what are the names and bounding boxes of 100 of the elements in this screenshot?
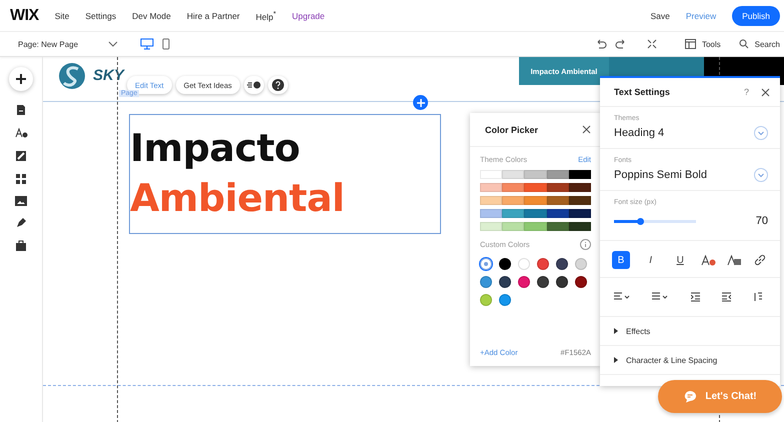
color-dot[interactable]	[518, 276, 530, 288]
color-swatch[interactable]	[524, 222, 547, 231]
color-dot[interactable]	[575, 276, 587, 288]
expand-icon	[614, 328, 618, 334]
tools-button[interactable]: Tools	[684, 39, 721, 49]
chevron-icon	[754, 126, 768, 140]
color-swatch[interactable]	[568, 196, 592, 205]
info-icon[interactable]	[580, 239, 591, 250]
color-dot[interactable]	[537, 276, 549, 288]
color-swatch[interactable]	[568, 170, 592, 179]
color-swatch[interactable]	[480, 222, 502, 231]
color-dot[interactable]	[518, 258, 530, 270]
color-swatch[interactable]	[546, 222, 569, 231]
page-selector[interactable]: Page: New Page	[18, 40, 100, 48]
apps-icon[interactable]	[15, 173, 27, 185]
menu-item[interactable]: Help$^{*}$	[256, 10, 276, 22]
animation-button[interactable]	[244, 76, 264, 94]
color-swatch[interactable]	[502, 170, 524, 179]
highlight-icon[interactable]	[727, 254, 742, 266]
font-size-value[interactable]: 70	[756, 215, 768, 227]
page-icon[interactable]	[15, 104, 27, 116]
color-swatch[interactable]	[546, 170, 569, 179]
help-button[interactable]	[268, 76, 288, 94]
color-swatch[interactable]	[502, 183, 524, 192]
add-section-button[interactable]	[413, 95, 428, 110]
desktop-icon[interactable]	[140, 38, 154, 50]
close-icon[interactable]	[582, 125, 591, 134]
text-direction-icon[interactable]	[753, 292, 762, 302]
color-swatch[interactable]	[524, 170, 547, 179]
color-swatch[interactable]	[480, 196, 502, 205]
heading-line: Ambiental	[130, 175, 346, 222]
chevron-icon	[108, 41, 118, 47]
media-icon[interactable]	[15, 196, 27, 206]
background-icon[interactable]	[15, 150, 27, 162]
plus-icon	[15, 73, 27, 85]
color-dot[interactable]	[575, 258, 587, 270]
section-toggle[interactable]: Effects	[600, 317, 780, 346]
color-swatch[interactable]	[568, 209, 592, 218]
format-button[interactable]: U	[671, 251, 690, 269]
undo-icon[interactable]	[594, 39, 607, 49]
pen-icon[interactable]	[15, 217, 27, 229]
chevron-icon	[754, 168, 768, 182]
color-dot[interactable]	[499, 276, 511, 288]
color-swatch[interactable]	[480, 183, 502, 192]
color-swatch[interactable]	[502, 209, 524, 218]
color-dot[interactable]	[480, 294, 492, 306]
theme-icon[interactable]	[14, 127, 28, 139]
menu-item[interactable]: Hire a Partner	[186, 10, 240, 20]
color-dot[interactable]	[499, 258, 511, 270]
color-swatch[interactable]	[502, 222, 524, 231]
panel-title: Text Settings	[614, 87, 670, 97]
color-swatch[interactable]	[502, 196, 524, 205]
color-swatch[interactable]	[480, 209, 502, 218]
color-swatch[interactable]	[480, 170, 502, 179]
indent-icon[interactable]	[690, 292, 700, 302]
add-color-swatch[interactable]	[480, 258, 492, 270]
list-icon[interactable]	[652, 292, 668, 302]
close-icon[interactable]	[761, 88, 770, 96]
chat-icon	[683, 390, 698, 403]
color-dot[interactable]	[556, 258, 568, 270]
font-size-slider[interactable]	[614, 220, 696, 222]
zoom-out-icon[interactable]	[646, 39, 657, 49]
text-color-icon[interactable]	[700, 254, 716, 266]
color-swatch[interactable]	[546, 183, 569, 192]
color-swatch[interactable]	[568, 222, 592, 231]
help-icon	[272, 79, 284, 91]
color-dot[interactable]	[499, 294, 511, 306]
color-dot[interactable]	[480, 276, 492, 288]
color-swatch[interactable]	[524, 209, 547, 218]
color-swatch[interactable]	[546, 209, 569, 218]
color-swatch[interactable]	[568, 183, 592, 192]
color-dot[interactable]	[537, 258, 549, 270]
menu-item[interactable]: Site	[54, 10, 70, 20]
help-link[interactable]: ?	[744, 87, 749, 97]
outdent-icon[interactable]	[722, 292, 731, 302]
briefcase-icon[interactable]	[15, 240, 27, 252]
color-dot[interactable]	[556, 276, 568, 288]
format-button[interactable]: I	[642, 251, 660, 269]
font-dropdown[interactable]: Poppins Semi Bold	[614, 168, 768, 182]
text-box[interactable]: Impacto Ambiental	[129, 114, 441, 234]
link-icon[interactable]	[754, 254, 766, 266]
color-swatch[interactable]	[524, 183, 547, 192]
animation-icon	[246, 81, 261, 89]
align-icon[interactable]	[614, 292, 630, 302]
color-swatch[interactable]	[546, 196, 569, 205]
search-button[interactable]: Search	[738, 39, 780, 49]
section-toggle[interactable]: Character & Line Spacing	[600, 346, 780, 375]
save-link[interactable]: Save	[650, 10, 670, 20]
format-button[interactable]: B	[612, 251, 630, 269]
tools-icon	[684, 39, 696, 49]
redo-icon[interactable]	[614, 39, 627, 49]
publish-button[interactable]: Publish	[732, 6, 780, 26]
menu-item[interactable]: Settings	[85, 10, 116, 20]
mobile-icon[interactable]	[162, 38, 170, 50]
logo-text: SKY	[93, 67, 124, 84]
wix-logo[interactable]: WIX	[10, 6, 39, 24]
menu-item[interactable]: Dev Mode	[132, 10, 171, 20]
theme-dropdown[interactable]: Heading 4	[614, 126, 768, 140]
color-swatch[interactable]	[524, 196, 547, 205]
menu-item[interactable]: Upgrade	[292, 10, 325, 20]
